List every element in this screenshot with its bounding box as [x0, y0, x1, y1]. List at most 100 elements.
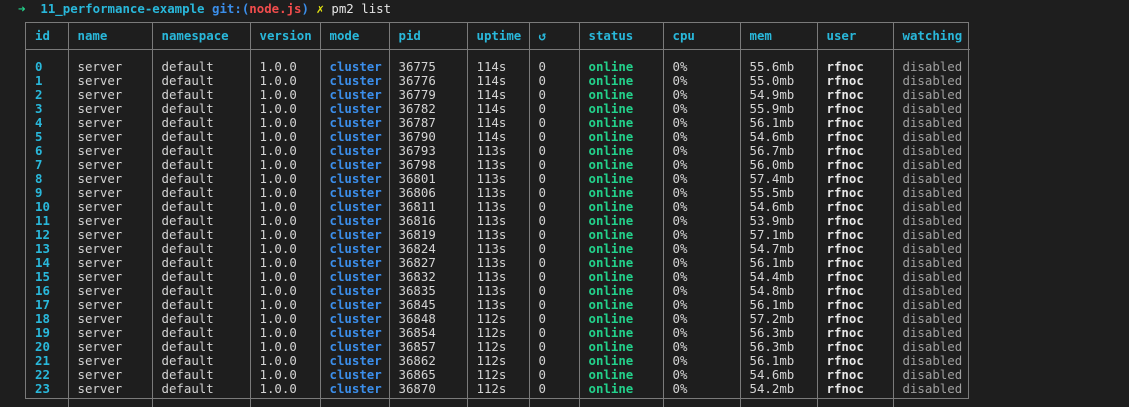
cell-watching: disabled [902, 186, 963, 200]
cell-cpu: 0% [663, 158, 741, 172]
cell-pid: 36832 [389, 270, 468, 284]
cell-mode: cluster [320, 354, 390, 368]
cell-version: 1.0.0 [250, 88, 321, 102]
cell-id: 6 [26, 144, 69, 158]
cell-watching: disabled [902, 102, 963, 116]
cell-version: 1.0.0 [250, 382, 321, 396]
cell-mode: cluster [320, 326, 390, 340]
cell-version: 1.0.0 [250, 340, 321, 354]
cell-mode: cluster [320, 130, 390, 144]
table-row: 15 server default 1.0.0 cluster 36832 113s 0 onl… [26, 270, 970, 284]
cell-status: online [579, 116, 664, 130]
cell-watching: disabled [902, 130, 963, 144]
cell-version: 1.0.0 [250, 354, 321, 368]
cell-name: server [68, 340, 153, 354]
cell-mem: 54.4mb [740, 270, 818, 284]
cell-id: 16 [26, 284, 69, 298]
cell-version: 1.0.0 [250, 214, 321, 228]
cell-watching: disabled [902, 340, 963, 354]
cell-cpu: 0% [663, 354, 741, 368]
cell-user: rfnoc [817, 256, 894, 270]
cell-pid: 36865 [389, 368, 468, 382]
cell-pid: 36801 [389, 172, 468, 186]
cell-status: online [579, 186, 664, 200]
cell-mode: cluster [320, 144, 390, 158]
cell-pid: 36835 [389, 284, 468, 298]
cell-pid: 36824 [389, 242, 468, 256]
cell-name: server [68, 368, 153, 382]
cell-watching: disabled [902, 60, 963, 74]
cell-user: rfnoc [817, 214, 894, 228]
cell-version: 1.0.0 [250, 60, 321, 74]
cell-name: server [68, 186, 153, 200]
cell-restarts: 0 [529, 284, 580, 298]
cell-user: rfnoc [817, 158, 894, 172]
cell-watching: disabled [902, 74, 963, 88]
cell-restarts: 0 [529, 368, 580, 382]
cell-mode: cluster [320, 74, 390, 88]
cell-mem: 56.0mb [740, 158, 818, 172]
cell-status: online [579, 200, 664, 214]
cell-uptime: 113s [467, 158, 530, 172]
cell-name: server [68, 354, 153, 368]
cell-version: 1.0.0 [250, 130, 321, 144]
table-row: 17 server default 1.0.0 cluster 36845 113s 0 onl… [26, 298, 970, 312]
cell-mode: cluster [320, 228, 390, 242]
cell-uptime: 114s [467, 74, 530, 88]
cell-restarts: 0 [529, 340, 580, 354]
prompt-arrow-icon: ➜ [18, 1, 26, 16]
cell-pid: 36870 [389, 382, 468, 396]
table-row: 8 server default 1.0.0 cluster 36801 113s 0 onli… [26, 172, 970, 186]
table-row: 5 server default 1.0.0 cluster 36790 114s 0 onli… [26, 130, 970, 144]
cell-watching: disabled [902, 88, 963, 102]
cell-watching: disabled [902, 200, 963, 214]
cell-version: 1.0.0 [250, 256, 321, 270]
cell-user: rfnoc [817, 284, 894, 298]
cell-uptime: 112s [467, 340, 530, 354]
cell-namespace: default [152, 270, 251, 284]
cell-cpu: 0% [663, 74, 741, 88]
table-row: 19 server default 1.0.0 cluster 36854 112s 0 onl… [26, 326, 970, 340]
header-user: user [817, 23, 894, 50]
cell-namespace: default [152, 186, 251, 200]
cell-version: 1.0.0 [250, 368, 321, 382]
cell-user: rfnoc [817, 340, 894, 354]
cell-status: online [579, 382, 664, 396]
cell-user: rfnoc [817, 228, 894, 242]
cell-mem: 54.2mb [740, 382, 818, 396]
table-row: 0 server default 1.0.0 cluster 36775 114s 0 onli… [26, 60, 970, 74]
header-mem: mem [740, 23, 818, 50]
cell-version: 1.0.0 [250, 116, 321, 130]
header-pid: pid [389, 23, 468, 50]
cell-version: 1.0.0 [250, 242, 321, 256]
cell-cpu: 0% [663, 88, 741, 102]
cell-mem: 55.9mb [740, 102, 818, 116]
cell-id: 2 [26, 88, 69, 102]
cell-name: server [68, 382, 153, 396]
cell-version: 1.0.0 [250, 200, 321, 214]
cell-pid: 36779 [389, 88, 468, 102]
table-header-row: id name namespace version mode pid uptim… [26, 23, 970, 50]
cell-cpu: 0% [663, 60, 741, 74]
cell-id: 13 [26, 242, 69, 256]
cell-restarts: 0 [529, 102, 580, 116]
cell-namespace: default [152, 256, 251, 270]
cell-namespace: default [152, 130, 251, 144]
cell-cpu: 0% [663, 102, 741, 116]
cell-watching: disabled [902, 270, 963, 284]
command-text[interactable]: pm2 list [331, 1, 391, 16]
cell-uptime: 113s [467, 284, 530, 298]
cell-mem: 56.1mb [740, 256, 818, 270]
table-row: 23 server default 1.0.0 cluster 36870 112s 0 onl… [26, 382, 970, 396]
cell-mem: 56.7mb [740, 144, 818, 158]
cell-id: 10 [26, 200, 69, 214]
header-namespace: namespace [152, 23, 251, 50]
table-row: 12 server default 1.0.0 cluster 36819 113s 0 onl… [26, 228, 970, 242]
cell-namespace: default [152, 102, 251, 116]
cell-pid: 36775 [389, 60, 468, 74]
cell-pid: 36787 [389, 116, 468, 130]
cell-cpu: 0% [663, 228, 741, 242]
cell-namespace: default [152, 116, 251, 130]
cell-cpu: 0% [663, 368, 741, 382]
cell-uptime: 113s [467, 186, 530, 200]
